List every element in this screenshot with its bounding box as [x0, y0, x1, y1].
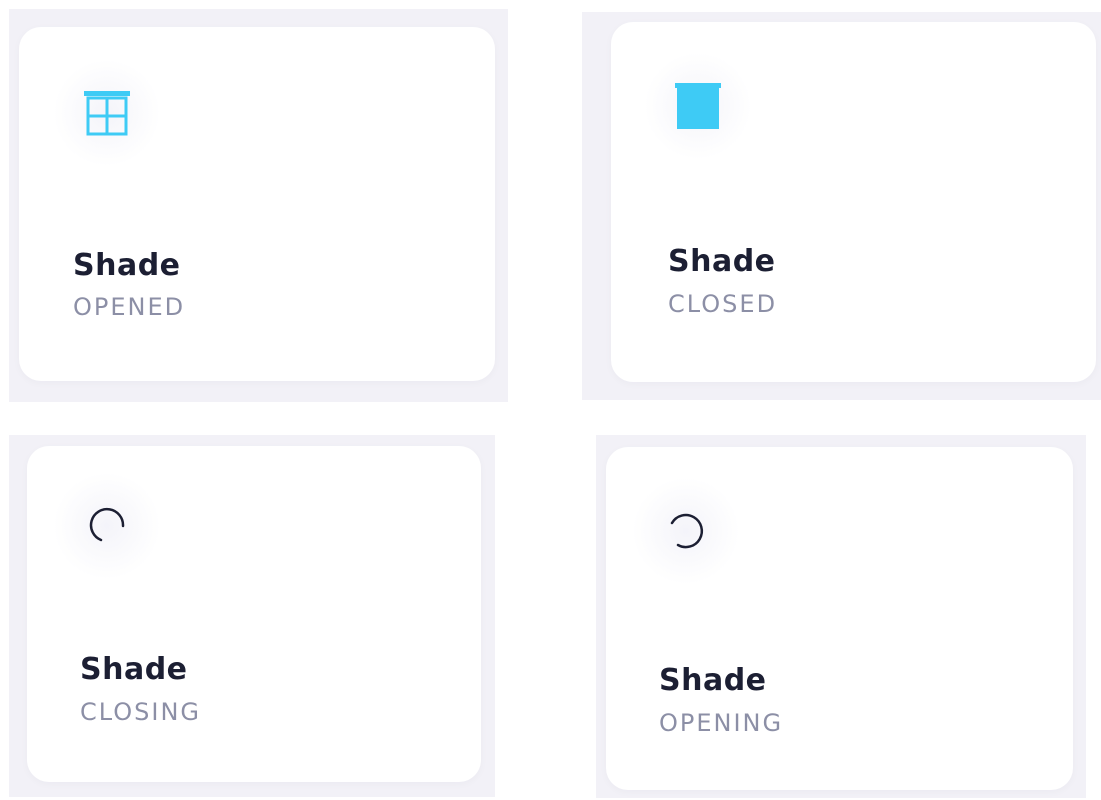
tile-panel-opening: Shade OPENING: [596, 435, 1086, 798]
tile-title: Shade: [73, 248, 181, 283]
tile-status: CLOSING: [80, 698, 202, 726]
shade-tile-closing[interactable]: Shade CLOSING: [27, 446, 481, 782]
tile-title: Shade: [659, 663, 767, 698]
tile-panel-closed: Shade CLOSED: [582, 12, 1101, 400]
tile-status: CLOSED: [668, 290, 778, 318]
shade-tile-opened[interactable]: Shade OPENED: [19, 27, 495, 381]
tile-panel-opened: Shade OPENED: [9, 9, 508, 402]
tile-status: OPENED: [73, 293, 186, 321]
tile-panel-closing: Shade CLOSING: [9, 435, 495, 797]
tile-title: Shade: [80, 652, 188, 687]
tile-title: Shade: [668, 244, 776, 279]
tile-status: OPENING: [659, 709, 784, 737]
spinner-icon: [632, 477, 740, 585]
shade-open-icon: [53, 59, 161, 167]
shade-tile-opening[interactable]: Shade OPENING: [606, 447, 1073, 790]
spinner-icon: [53, 472, 161, 580]
shade-closed-icon: [644, 52, 752, 160]
shade-tile-closed[interactable]: Shade CLOSED: [611, 22, 1096, 382]
